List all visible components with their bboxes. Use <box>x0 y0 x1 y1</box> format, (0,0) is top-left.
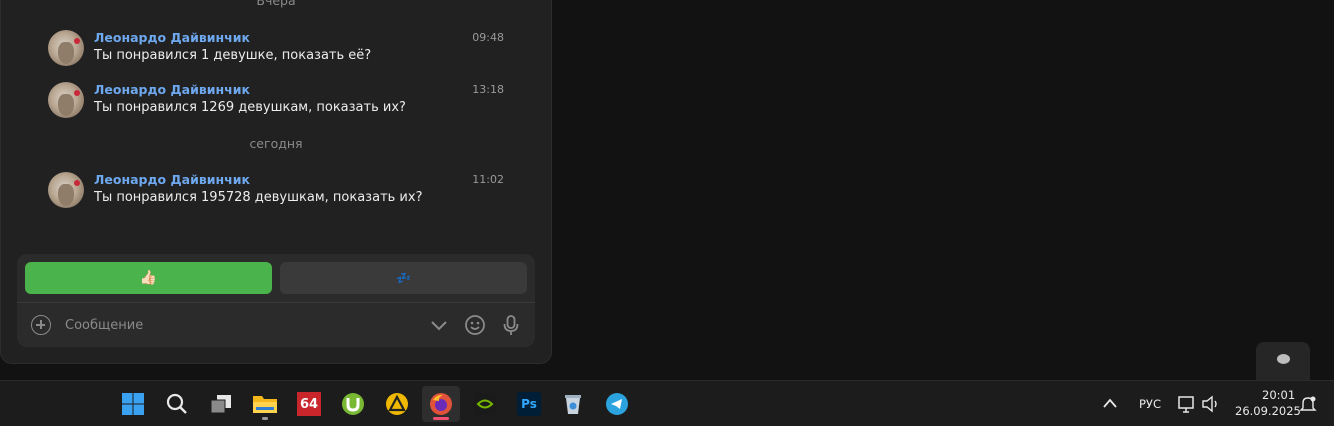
attach-plus-icon[interactable] <box>31 315 51 335</box>
chat-bubble-button[interactable] <box>1256 342 1310 380</box>
composer: 👍🏻 💤 <box>17 254 535 347</box>
utorrent-button[interactable] <box>334 386 372 422</box>
firefox-icon <box>430 393 452 415</box>
desktop: Вчера Леонардо Дайвинчик 09:48 Ты понрав… <box>0 0 1334 426</box>
message-text: Ты понравился 1 девушке, показать её? <box>94 48 372 63</box>
nvidia-button[interactable] <box>466 386 504 422</box>
search-icon <box>166 393 187 414</box>
message[interactable]: Леонардо Дайвинчик 09:48 Ты понравился 1… <box>48 30 504 70</box>
task-view-icon <box>210 395 231 414</box>
photoshop-button[interactable]: Ps <box>510 386 548 422</box>
reply-sleep-button[interactable]: 💤 <box>280 262 527 294</box>
task-view-button[interactable] <box>202 386 240 422</box>
firefox-button[interactable] <box>422 386 460 422</box>
message-input[interactable] <box>65 315 405 335</box>
language-indicator[interactable]: РУС <box>1139 397 1161 411</box>
avatar[interactable] <box>48 172 84 208</box>
search-button[interactable] <box>158 386 196 422</box>
date-separator-today: сегодня <box>249 136 303 151</box>
taskbar: 64 Ps РУС 20:01 26.09.2025 <box>0 380 1334 426</box>
message-author[interactable]: Леонардо Дайвинчик <box>94 172 250 187</box>
volume-icon[interactable] <box>1201 395 1221 413</box>
chevron-up-icon[interactable] <box>1102 397 1118 409</box>
utorrent-icon <box>342 393 364 415</box>
message-author[interactable]: Леонардо Дайвинчик <box>94 82 250 97</box>
folder-icon <box>253 396 277 413</box>
alist-button[interactable] <box>378 386 416 422</box>
clock-time[interactable]: 20:01 <box>1262 388 1295 402</box>
message-text: Ты понравился 195728 девушкам, показать … <box>94 190 423 205</box>
chevron-down-icon[interactable] <box>428 314 450 336</box>
network-icon[interactable] <box>1178 395 1196 413</box>
windows-start-button[interactable] <box>114 386 152 422</box>
clock-date[interactable]: 26.09.2025 <box>1235 404 1301 418</box>
avatar[interactable] <box>48 30 84 66</box>
notification-bell-icon[interactable] <box>1299 395 1317 413</box>
message-time: 09:48 <box>472 31 504 44</box>
message[interactable]: Леонардо Дайвинчик 11:02 Ты понравился 1… <box>48 172 504 212</box>
date-separator-yesterday: Вчера <box>256 0 296 8</box>
input-row <box>17 303 535 347</box>
microphone-icon[interactable] <box>500 314 522 336</box>
telegram-button[interactable] <box>598 386 636 422</box>
photoshop-icon: Ps <box>517 392 541 416</box>
emoji-icon[interactable] <box>464 314 486 336</box>
telegram-icon <box>606 393 628 415</box>
reply-like-button[interactable]: 👍🏻 <box>25 262 272 294</box>
nvidia-icon <box>474 393 496 415</box>
file-explorer-button[interactable] <box>246 386 284 422</box>
recycle-bin-button[interactable] <box>554 386 592 422</box>
message[interactable]: Леонардо Дайвинчик 13:18 Ты понравился 1… <box>48 82 504 122</box>
windows-logo-icon <box>122 393 144 415</box>
message-author[interactable]: Леонардо Дайвинчик <box>94 30 250 45</box>
message-time: 13:18 <box>472 83 504 96</box>
aida64-button[interactable]: 64 <box>290 386 328 422</box>
message-text: Ты понравился 1269 девушкам, показать их… <box>94 100 406 115</box>
triangle-app-icon <box>386 393 408 415</box>
chat-bubble-icon <box>1277 354 1290 364</box>
avatar[interactable] <box>48 82 84 118</box>
recycle-bin-icon <box>565 395 581 414</box>
aida64-icon: 64 <box>297 392 321 416</box>
message-time: 11:02 <box>472 173 504 186</box>
